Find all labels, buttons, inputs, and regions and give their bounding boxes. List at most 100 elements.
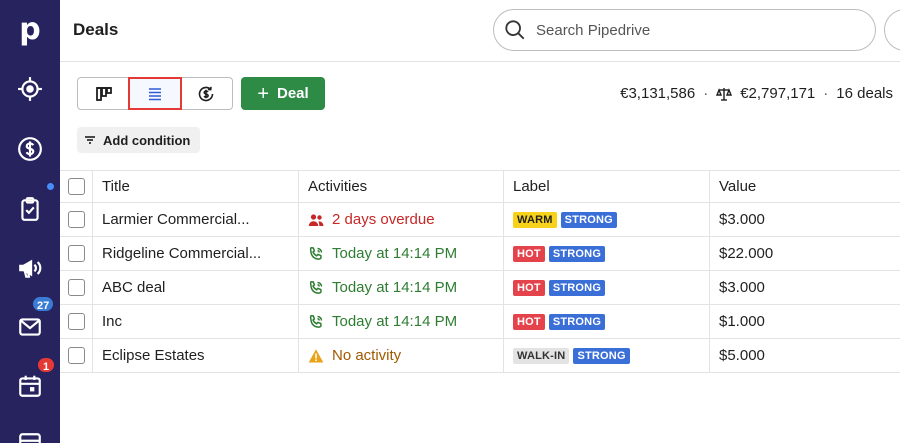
deal-title[interactable]: Eclipse Estates [93, 339, 299, 372]
megaphone-icon[interactable] [14, 252, 46, 284]
deal-title[interactable]: Larmier Commercial... [93, 203, 299, 236]
activity-cell[interactable]: Today at 14:14 PM [299, 237, 504, 270]
add-deal-label: Deal [277, 85, 309, 102]
label-cell: HOT STRONG [504, 271, 710, 304]
deals-summary: €3,131,586 · €2,797,171 · 16 deals [620, 85, 893, 102]
label-tag: STRONG [548, 245, 606, 262]
column-header-activities[interactable]: Activities [299, 171, 504, 202]
row-checkbox[interactable] [67, 313, 85, 330]
clipboard-check-icon[interactable] [14, 193, 46, 225]
table-header-row: Title Activities Label Value [60, 170, 900, 203]
activity-cell[interactable]: Today at 14:14 PM [299, 305, 504, 338]
deal-value: $22.000 [719, 245, 774, 262]
activity-text: Today at 14:14 PM [332, 279, 458, 296]
add-condition-label: Add condition [103, 132, 191, 148]
phone-icon [309, 246, 323, 260]
deal-value: $5.000 [719, 347, 765, 364]
activity-text: 2 days overdue [332, 211, 435, 228]
summary-count: 16 deals [836, 85, 893, 102]
search-input[interactable] [536, 21, 836, 39]
pipeline-view-button[interactable] [78, 78, 129, 109]
phone-icon [309, 280, 323, 294]
people-icon [308, 213, 324, 226]
row-select-cell [60, 203, 93, 236]
plus-icon: + [257, 82, 269, 105]
select-all-checkbox[interactable] [67, 178, 85, 195]
pipedrive-logo[interactable]: p [14, 12, 46, 48]
calendar-badge: 1 [36, 356, 56, 374]
table-row[interactable]: Larmier Commercial... 2 days overdue WAR… [60, 203, 900, 237]
summary-weighted: €2,797,171 [740, 85, 816, 102]
label-tag: STRONG [548, 279, 606, 296]
row-select-cell [60, 237, 93, 270]
label-cell: WALK-IN STRONG [504, 339, 710, 372]
phone-icon [309, 314, 323, 328]
page-title: Deals [73, 20, 119, 39]
row-checkbox[interactable] [67, 347, 85, 364]
list-icon [148, 87, 161, 100]
add-condition-button[interactable]: Add condition [77, 127, 201, 153]
mail-badge: 27 [31, 295, 56, 313]
label-cell: HOT STRONG [504, 237, 710, 270]
label-tag: STRONG [548, 313, 606, 330]
deal-title[interactable]: Inc [93, 305, 299, 338]
summary-total: €3,131,586 [620, 85, 696, 102]
forecast-icon [199, 86, 214, 101]
row-checkbox[interactable] [67, 279, 85, 296]
deals-table: Title Activities Label Value Larmier Com… [60, 170, 900, 373]
label-tag: STRONG [560, 211, 617, 228]
select-all-cell [60, 171, 93, 202]
row-select-cell [60, 339, 93, 372]
scale-icon [716, 87, 733, 101]
column-header-title[interactable]: Title [93, 171, 299, 202]
deal-value: $3.000 [719, 279, 765, 296]
row-select-cell [60, 271, 93, 304]
activity-cell[interactable]: Today at 14:14 PM [299, 271, 504, 304]
deal-title[interactable]: Ridgeline Commercial... [93, 237, 299, 270]
label-cell: HOT STRONG [504, 305, 710, 338]
quick-add-button[interactable]: + [884, 9, 900, 51]
top-header: Deals + [60, 0, 900, 62]
label-tag: HOT [513, 313, 545, 330]
deal-value: $1.000 [719, 313, 765, 330]
label-tag: HOT [513, 245, 545, 262]
activity-text: Today at 14:14 PM [332, 313, 458, 330]
search-icon [505, 20, 525, 40]
pipeline-icon [95, 86, 112, 101]
label-tag: WALK-IN [513, 347, 570, 364]
table-row[interactable]: Inc Today at 14:14 PM HOT STRONG $1.000 [60, 305, 900, 339]
activity-cell[interactable]: 2 days overdue [299, 203, 504, 236]
list-view-button[interactable] [128, 77, 182, 110]
label-cell: WARM STRONG [504, 203, 710, 236]
row-checkbox[interactable] [67, 211, 85, 228]
filter-icon [85, 136, 95, 144]
sidebar: p 27 1 [0, 0, 60, 443]
summary-separator: · [823, 85, 829, 102]
row-checkbox[interactable] [67, 245, 85, 262]
search-bar[interactable] [493, 9, 876, 51]
view-switcher [77, 77, 233, 110]
label-tag: HOT [513, 279, 545, 296]
calendar-icon[interactable] [14, 370, 46, 402]
activity-text: Today at 14:14 PM [332, 245, 458, 262]
column-header-label[interactable]: Label [504, 171, 710, 202]
activity-cell[interactable]: No activity [299, 339, 504, 372]
table-row[interactable]: Eclipse Estates No activity WALK-IN STRO… [60, 339, 900, 373]
table-row[interactable]: ABC deal Today at 14:14 PM HOT STRONG $3… [60, 271, 900, 305]
archive-icon[interactable] [14, 428, 46, 443]
deal-title[interactable]: ABC deal [93, 271, 299, 304]
notification-dot [47, 183, 54, 190]
forecast-view-button[interactable] [181, 78, 232, 109]
add-deal-button[interactable]: + Deal [241, 77, 325, 110]
dollar-icon[interactable] [14, 133, 46, 165]
summary-separator: · [703, 85, 709, 102]
target-icon[interactable] [14, 73, 46, 105]
label-tag: STRONG [573, 347, 630, 364]
table-row[interactable]: Ridgeline Commercial... Today at 14:14 P… [60, 237, 900, 271]
column-header-value[interactable]: Value [710, 171, 900, 202]
activity-text: No activity [332, 347, 402, 364]
label-tag: WARM [513, 211, 557, 228]
warning-icon [308, 348, 324, 362]
deal-value: $3.000 [719, 211, 765, 228]
mail-icon[interactable] [14, 311, 46, 343]
